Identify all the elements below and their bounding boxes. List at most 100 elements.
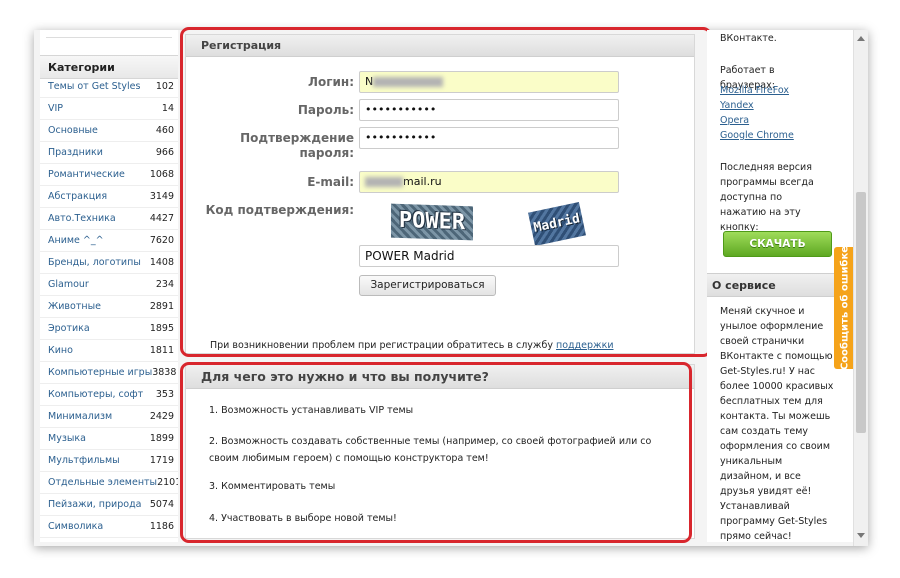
category-label[interactable]: Компьютерные игры — [48, 367, 152, 378]
captcha-input[interactable]: POWER Madrid — [359, 245, 619, 267]
email-input[interactable]: mail.ru — [359, 171, 619, 193]
divider — [46, 37, 172, 38]
browser-link-chrome[interactable]: Google Chrome — [720, 130, 794, 141]
benefit-item: 4. Участвовать в выборе новой темы! — [209, 513, 397, 524]
category-item[interactable]: Glamour 234 — [40, 274, 178, 296]
category-item[interactable]: Отдельные элементы2101 — [40, 472, 178, 494]
category-item[interactable]: Аниме ^_^ 7620 — [40, 230, 178, 252]
category-item[interactable]: Авто.Техника 4427 — [40, 208, 178, 230]
redacted-blur — [373, 77, 444, 87]
category-label[interactable]: Кино — [48, 345, 73, 356]
category-count: 1719 — [149, 455, 174, 466]
category-count: 4427 — [149, 213, 174, 224]
category-count: 1186 — [149, 521, 174, 532]
password-input[interactable]: ••••••••••• — [359, 99, 619, 121]
redacted-blur — [365, 177, 403, 187]
category-label[interactable]: Романтические — [48, 169, 125, 180]
category-count: 102 — [155, 81, 174, 92]
category-label[interactable]: Glamour — [48, 279, 89, 290]
captcha-image-word2: Madrid — [528, 201, 586, 247]
category-item[interactable]: Бренды, логотипы 1408 — [40, 252, 178, 274]
category-label[interactable]: Мультфильмы — [48, 455, 120, 466]
captcha-label: Код подтверждения: — [205, 203, 354, 217]
category-label[interactable]: Отдельные элементы — [48, 477, 157, 488]
confirm-password-label: Подтверждение пароля: — [240, 131, 354, 161]
benefit-item: 3. Комментировать темы — [209, 481, 336, 492]
category-item[interactable]: Эротика 1895 — [40, 318, 178, 340]
registration-panel: Регистрация Логин: N Пароль: •••••••••••… — [185, 34, 695, 354]
scroll-thumb[interactable] — [856, 192, 866, 433]
support-note: При возникновении проблем при регистраци… — [210, 340, 614, 351]
category-label[interactable]: Музыка — [48, 433, 86, 444]
category-item[interactable]: Компьютеры, софт 353 — [40, 384, 178, 406]
category-item[interactable]: Музыка 1899 — [40, 428, 178, 450]
login-input[interactable]: N — [359, 71, 619, 93]
category-label[interactable]: Основные — [48, 125, 98, 136]
category-label[interactable]: Праздники — [48, 147, 103, 158]
category-count: 460 — [155, 125, 174, 136]
browser-link-yandex[interactable]: Yandex — [720, 100, 754, 111]
registration-title: Регистрация — [186, 35, 694, 57]
scrollbar[interactable] — [853, 30, 868, 546]
browser-link-firefox[interactable]: Mozilla FireFox — [720, 85, 789, 96]
category-count: 2101 — [157, 477, 178, 488]
category-label[interactable]: Бренды, логотипы — [48, 257, 141, 268]
login-label: Логин: — [308, 75, 354, 89]
report-error-tab[interactable]: Сообщить об ошибке — [834, 245, 855, 371]
benefits-title: Для чего это нужно и что вы получите? — [186, 365, 694, 389]
benefit-item: 1. Возможность устанавливать VIP темы — [209, 405, 414, 416]
right-top-text: ВКонтакте. — [720, 33, 777, 44]
service-title: О сервисе — [707, 273, 840, 297]
version-text: Последняя версия программы всегда доступ… — [720, 162, 814, 233]
confirm-label-line1: Подтверждение — [240, 131, 354, 145]
scroll-up-icon[interactable] — [857, 36, 865, 41]
category-item[interactable]: Мультфильмы 1719 — [40, 450, 178, 472]
category-label[interactable]: Животные — [48, 301, 101, 312]
category-item[interactable]: Минимализм 2429 — [40, 406, 178, 428]
support-link[interactable]: поддержки — [556, 340, 614, 351]
benefits-panel: Для чего это нужно и что вы получите? 1.… — [185, 364, 695, 539]
right-column: ВКонтакте. Работает в браузерах: Mozilla… — [707, 30, 853, 542]
download-button[interactable]: СКАЧАТЬ — [723, 231, 832, 257]
category-count: 353 — [155, 389, 174, 400]
confirm-password-input[interactable]: ••••••••••• — [359, 127, 619, 149]
password-label: Пароль: — [297, 103, 354, 117]
category-label[interactable]: Пейзажи, природа — [48, 499, 141, 510]
report-error-label: Сообщить об ошибке — [839, 245, 850, 371]
category-label[interactable]: Символика — [48, 521, 103, 532]
category-label[interactable]: Темы от Get Styles — [48, 81, 140, 92]
category-item[interactable]: Кино 1811 — [40, 340, 178, 362]
category-count: 2429 — [149, 411, 174, 422]
category-count: 234 — [155, 279, 174, 290]
category-label[interactable]: Авто.Техника — [48, 213, 116, 224]
scroll-down-icon[interactable] — [857, 533, 865, 538]
categories-sidebar: Категории Темы от Get Styles 102 VIP 14 Осно… — [40, 30, 178, 542]
category-item[interactable]: Темы от Get Styles 102 — [40, 76, 178, 98]
categories-list: Темы от Get Styles 102 VIP 14 Основные 460 Пра… — [40, 76, 178, 538]
email-label: E-mail: — [307, 175, 354, 189]
category-item[interactable]: Праздники 966 — [40, 142, 178, 164]
category-item[interactable]: Пейзажи, природа 5074 — [40, 494, 178, 516]
login-value: N — [365, 75, 374, 88]
category-item[interactable]: Животные 2891 — [40, 296, 178, 318]
category-count: 7620 — [149, 235, 174, 246]
category-count: 1811 — [149, 345, 174, 356]
category-label[interactable]: VIP — [48, 103, 63, 114]
category-label[interactable]: Эротика — [48, 323, 90, 334]
category-item[interactable]: Символика 1186 — [40, 516, 178, 538]
category-count: 3149 — [149, 191, 174, 202]
category-item[interactable]: Компьютерные игры 3838 — [40, 362, 178, 384]
category-label[interactable]: Компьютеры, софт — [48, 389, 143, 400]
category-count: 1899 — [149, 433, 174, 444]
browser-link-opera[interactable]: Opera — [720, 115, 749, 126]
category-item[interactable]: Абстракция 3149 — [40, 186, 178, 208]
category-count: 3838 — [152, 367, 177, 378]
category-label[interactable]: Минимализм — [48, 411, 112, 422]
category-item[interactable]: VIP 14 — [40, 98, 178, 120]
category-item[interactable]: Романтические 1068 — [40, 164, 178, 186]
register-button[interactable]: Зарегистрироваться — [359, 275, 496, 296]
category-item[interactable]: Основные 460 — [40, 120, 178, 142]
category-label[interactable]: Аниме ^_^ — [48, 235, 104, 246]
service-text: Меняй скучное и унылое оформление своей … — [720, 306, 834, 542]
category-label[interactable]: Абстракция — [48, 191, 107, 202]
